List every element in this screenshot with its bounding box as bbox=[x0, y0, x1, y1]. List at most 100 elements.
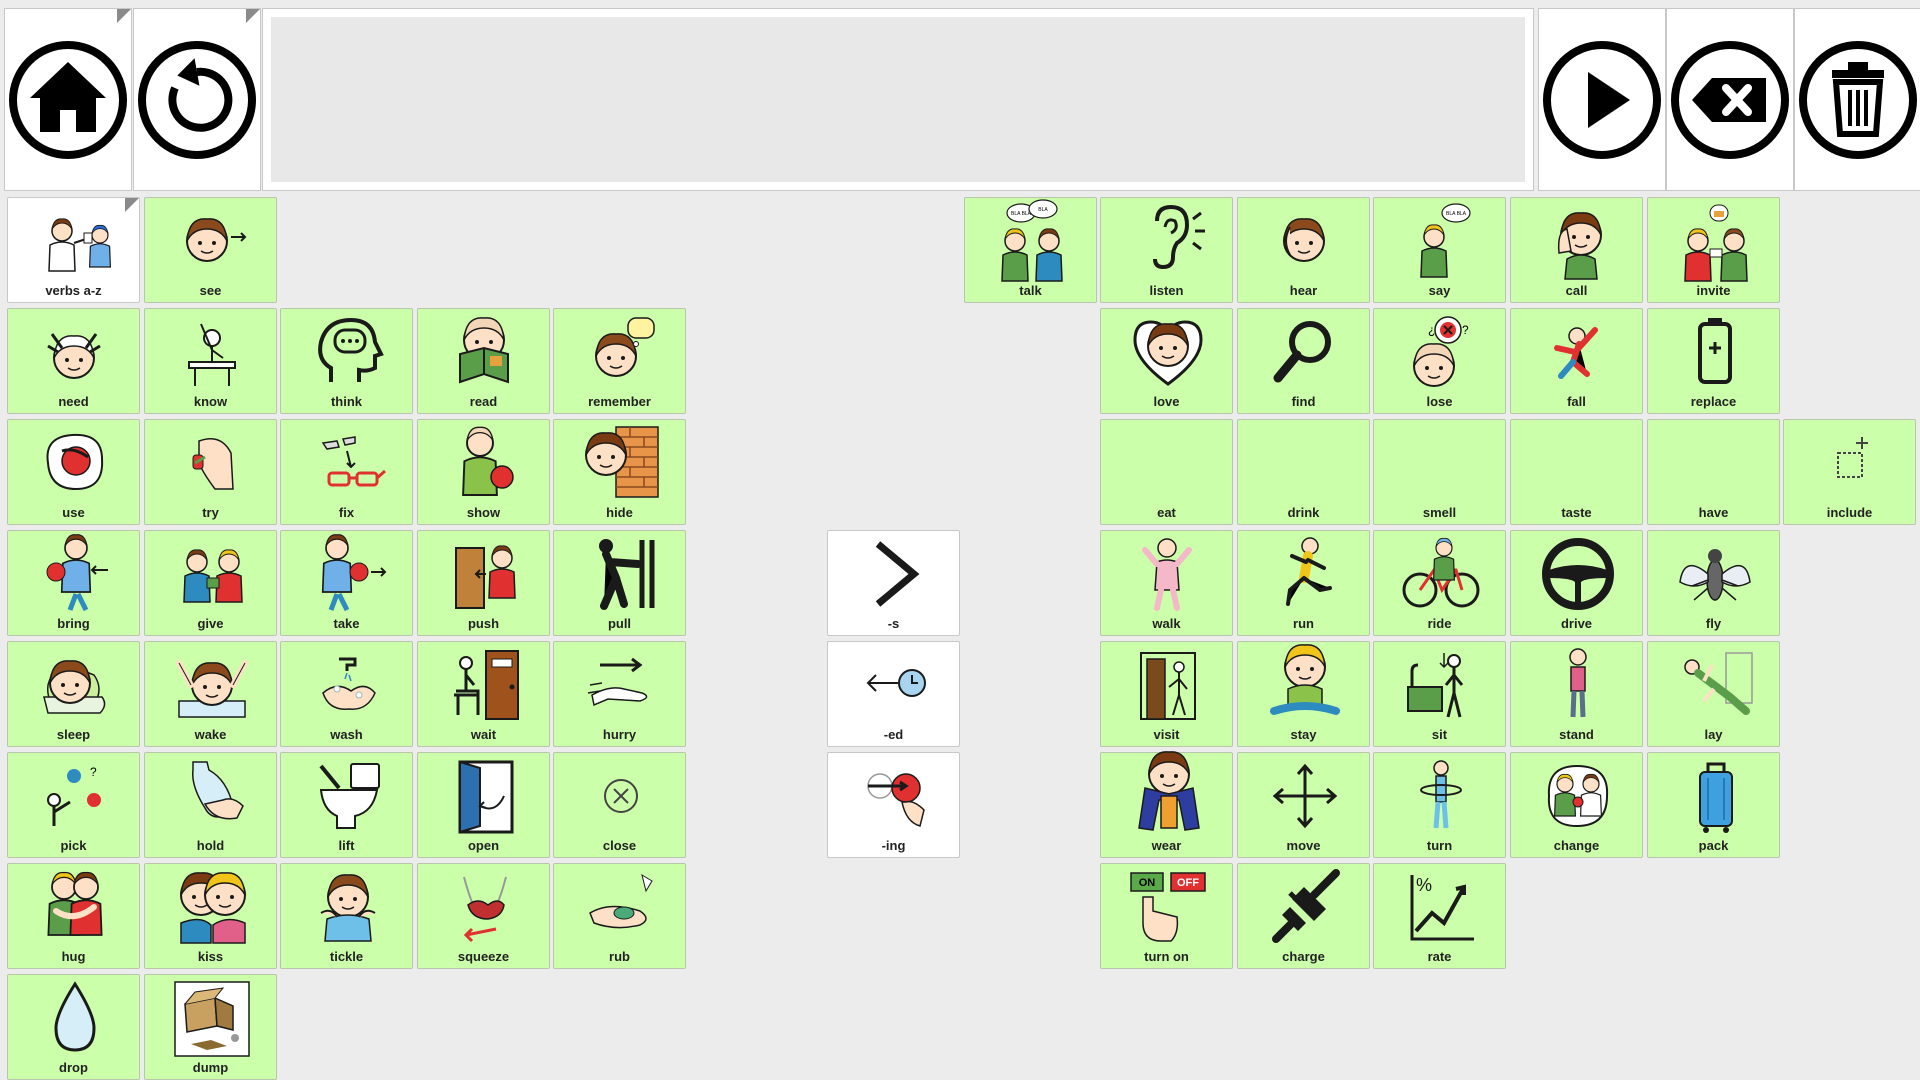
cell-label: lift bbox=[338, 838, 355, 853]
cell-fall[interactable]: fall bbox=[1510, 308, 1643, 414]
cell-label: close bbox=[602, 838, 637, 853]
cell-wake[interactable]: wake bbox=[144, 641, 277, 747]
give-icon bbox=[155, 534, 268, 612]
cell-invite[interactable]: invite bbox=[1647, 197, 1780, 303]
cell-give[interactable]: give bbox=[144, 530, 277, 636]
svg-text:%: % bbox=[1416, 875, 1432, 895]
cell-love[interactable]: love bbox=[1100, 308, 1233, 414]
cell-fly[interactable]: fly bbox=[1647, 530, 1780, 636]
cell-have[interactable]: have bbox=[1647, 419, 1780, 525]
cell-walk[interactable]: walk bbox=[1100, 530, 1233, 636]
cell-label: -ing bbox=[881, 838, 906, 853]
call-icon bbox=[1521, 201, 1634, 280]
cell-lose[interactable]: ¿? lose bbox=[1373, 308, 1506, 414]
cell-pull[interactable]: pull bbox=[553, 530, 686, 636]
backspace-icon bbox=[1671, 40, 1789, 159]
cell-call[interactable]: call bbox=[1510, 197, 1643, 303]
cell-know[interactable]: know bbox=[144, 308, 277, 414]
cell-lay[interactable]: lay bbox=[1647, 641, 1780, 747]
cell-kiss[interactable]: kiss bbox=[144, 863, 277, 969]
cell-bring[interactable]: bring bbox=[7, 530, 140, 636]
cell-stay[interactable]: stay bbox=[1237, 641, 1370, 747]
cell-sit[interactable]: sit bbox=[1373, 641, 1506, 747]
cell-label: say bbox=[1428, 283, 1451, 298]
toolbar bbox=[0, 0, 1920, 192]
cell-dump[interactable]: dump bbox=[144, 974, 277, 1080]
cell-pack[interactable]: pack bbox=[1647, 752, 1780, 858]
cell-find[interactable]: find bbox=[1237, 308, 1370, 414]
cell-rate[interactable]: % rate bbox=[1373, 863, 1506, 969]
cell-close[interactable]: close bbox=[553, 752, 686, 858]
hurry-icon bbox=[564, 645, 677, 723]
cell-pick[interactable]: ? pick bbox=[7, 752, 140, 858]
cell-taste[interactable]: taste bbox=[1510, 419, 1643, 525]
cell-drink[interactable]: drink bbox=[1237, 419, 1370, 525]
cell-eat[interactable]: eat bbox=[1100, 419, 1233, 525]
cell-hide[interactable]: hide bbox=[553, 419, 686, 525]
cell-think[interactable]: think bbox=[280, 308, 413, 414]
cell-s[interactable]: -s bbox=[827, 530, 960, 636]
clear-button[interactable] bbox=[1794, 8, 1920, 191]
bring-icon bbox=[18, 534, 131, 612]
cell-label: talk bbox=[1019, 283, 1042, 298]
cell-talk[interactable]: BLA BLA BLA talk bbox=[964, 197, 1097, 303]
cell-change[interactable]: change bbox=[1510, 752, 1643, 858]
message-bar[interactable] bbox=[262, 8, 1534, 191]
cell-label: squeeze bbox=[457, 949, 510, 964]
cell-wait[interactable]: wait bbox=[417, 641, 550, 747]
cell-include[interactable]: include bbox=[1783, 419, 1916, 525]
cell-turn-on[interactable]: ON OFF turn on bbox=[1100, 863, 1233, 969]
cell-smell[interactable]: smell bbox=[1373, 419, 1506, 525]
cell-label: wash bbox=[330, 727, 363, 742]
cell-wear[interactable]: wear bbox=[1100, 751, 1233, 858]
cell-ed[interactable]: -ed bbox=[827, 641, 960, 747]
undo-button[interactable] bbox=[133, 8, 261, 191]
cell-hurry[interactable]: hurry bbox=[553, 641, 686, 747]
cell-rub[interactable]: rub bbox=[553, 863, 686, 969]
cell-tickle[interactable]: tickle bbox=[280, 863, 413, 969]
cell-hear[interactable]: hear bbox=[1237, 197, 1370, 303]
home-button[interactable] bbox=[4, 8, 132, 191]
cell-say[interactable]: BLA BLA say bbox=[1373, 197, 1506, 303]
cell-visit[interactable]: visit bbox=[1100, 641, 1233, 747]
cell-move[interactable]: move bbox=[1237, 752, 1370, 858]
cell-squeeze[interactable]: squeeze bbox=[417, 863, 550, 969]
cell-verbs-a-z[interactable]: verbs a-z bbox=[7, 197, 140, 303]
cell-take[interactable]: take bbox=[280, 530, 413, 636]
cell-see[interactable]: see bbox=[144, 197, 277, 303]
cell-turn[interactable]: turn bbox=[1373, 752, 1506, 858]
cell-wash[interactable]: wash bbox=[280, 641, 413, 747]
cell-hug[interactable]: hug bbox=[7, 863, 140, 969]
cell-charge[interactable]: charge bbox=[1237, 863, 1370, 969]
stay-icon bbox=[1248, 644, 1361, 723]
backspace-button[interactable] bbox=[1666, 8, 1794, 191]
cell-try[interactable]: try bbox=[144, 419, 277, 525]
cell-replace[interactable]: replace bbox=[1647, 308, 1780, 414]
cell-label: rate bbox=[1427, 949, 1452, 964]
cell-need[interactable]: need bbox=[7, 308, 140, 414]
cell-fix[interactable]: fix bbox=[280, 419, 413, 525]
cell-listen[interactable]: listen bbox=[1100, 197, 1233, 303]
cell-use[interactable]: use bbox=[7, 419, 140, 525]
cell-remember[interactable]: remember bbox=[553, 308, 686, 414]
cell-ing[interactable]: -ing bbox=[827, 752, 960, 858]
cell-ride[interactable]: ride bbox=[1373, 530, 1506, 636]
cell-push[interactable]: push bbox=[417, 530, 550, 636]
cell-label: give bbox=[197, 616, 224, 631]
cell-read[interactable]: read bbox=[417, 308, 550, 414]
cell-lift[interactable]: lift bbox=[280, 752, 413, 858]
cell-open[interactable]: open bbox=[417, 752, 550, 858]
cell-hold[interactable]: hold bbox=[144, 752, 277, 858]
speak-button[interactable] bbox=[1538, 8, 1666, 191]
push-icon bbox=[428, 534, 541, 612]
cell-drop[interactable]: drop bbox=[7, 974, 140, 1080]
close-circle-icon bbox=[564, 756, 677, 834]
cell-drive[interactable]: drive bbox=[1510, 530, 1643, 636]
cell-label: open bbox=[467, 838, 500, 853]
cell-label: call bbox=[1565, 283, 1588, 298]
cell-sleep[interactable]: sleep bbox=[7, 641, 140, 747]
cell-show[interactable]: show bbox=[417, 419, 550, 525]
cell-label: know bbox=[193, 394, 228, 409]
cell-run[interactable]: run bbox=[1237, 530, 1370, 636]
cell-stand[interactable]: stand bbox=[1510, 641, 1643, 747]
